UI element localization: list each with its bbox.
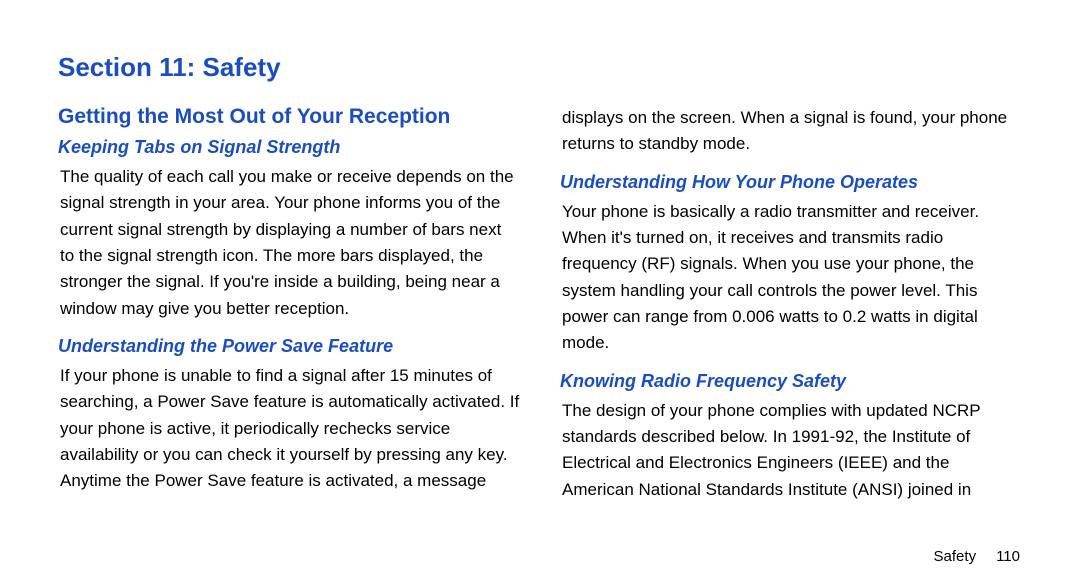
page-footer: Safety 110 — [934, 548, 1020, 565]
power-save-continued: displays on the screen. When a signal is… — [560, 105, 1022, 158]
power-save-body: If your phone is unable to find a signal… — [58, 363, 520, 495]
left-column: Getting the Most Out of Your Reception K… — [58, 105, 520, 517]
how-phone-operates-heading: Understanding How Your Phone Operates — [560, 172, 1022, 193]
signal-strength-body: The quality of each call you make or rec… — [58, 164, 520, 322]
content-columns: Getting the Most Out of Your Reception K… — [58, 105, 1022, 517]
footer-page-number: 110 — [996, 548, 1020, 565]
footer-section-label: Safety — [934, 548, 977, 565]
signal-strength-heading: Keeping Tabs on Signal Strength — [58, 137, 520, 158]
rf-safety-heading: Knowing Radio Frequency Safety — [560, 371, 1022, 392]
right-column: displays on the screen. When a signal is… — [560, 105, 1022, 517]
rf-safety-body: The design of your phone complies with u… — [560, 398, 1022, 503]
power-save-heading: Understanding the Power Save Feature — [58, 336, 520, 357]
reception-heading: Getting the Most Out of Your Reception — [58, 105, 520, 129]
section-title: Section 11: Safety — [58, 52, 1022, 83]
how-phone-operates-body: Your phone is basically a radio transmit… — [560, 199, 1022, 357]
